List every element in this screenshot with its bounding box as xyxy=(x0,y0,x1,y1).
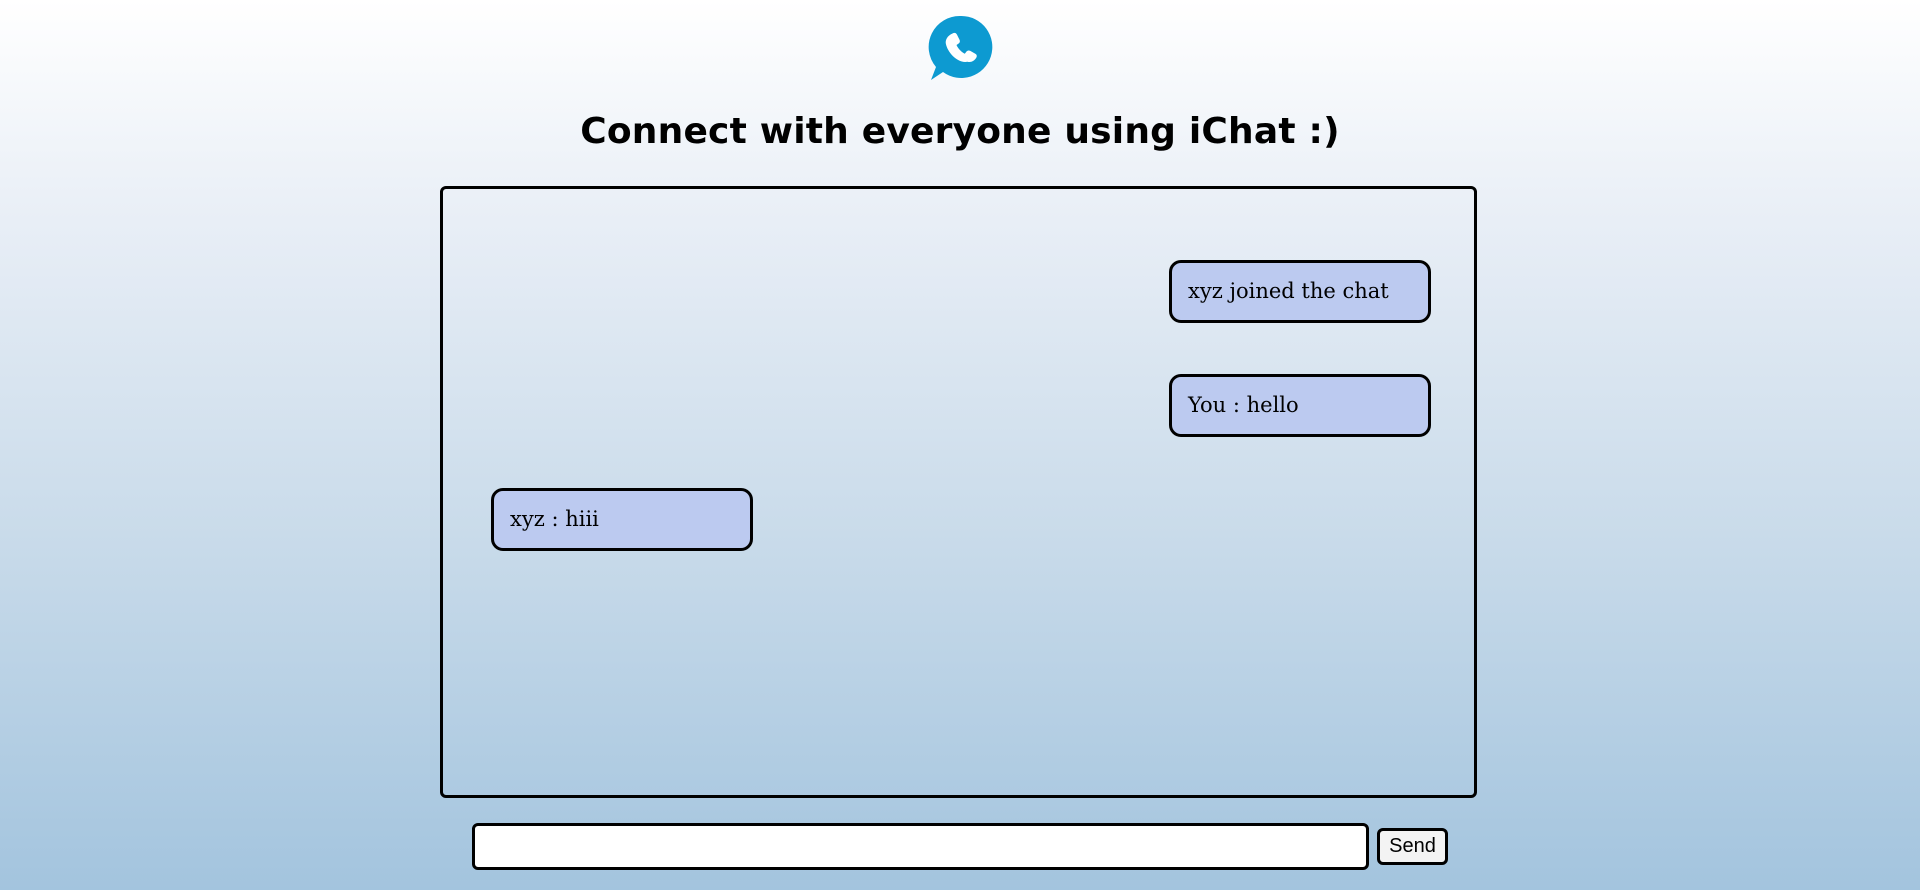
message-bubble: You : hello xyxy=(1169,374,1431,437)
message-input[interactable] xyxy=(472,823,1369,870)
logo-svg xyxy=(928,15,993,80)
send-message-form: Send xyxy=(472,823,1452,870)
phone-chat-bubble-icon xyxy=(926,14,996,84)
message-bubble: xyz joined the chat xyxy=(1169,260,1431,323)
send-button[interactable]: Send xyxy=(1377,828,1448,865)
chat-messages-container[interactable]: xyz joined the chat You : hello xyz : hi… xyxy=(440,186,1477,798)
message-bubble: xyz : hiii xyxy=(491,488,753,551)
page-title: Connect with everyone using iChat :) xyxy=(580,111,1340,152)
